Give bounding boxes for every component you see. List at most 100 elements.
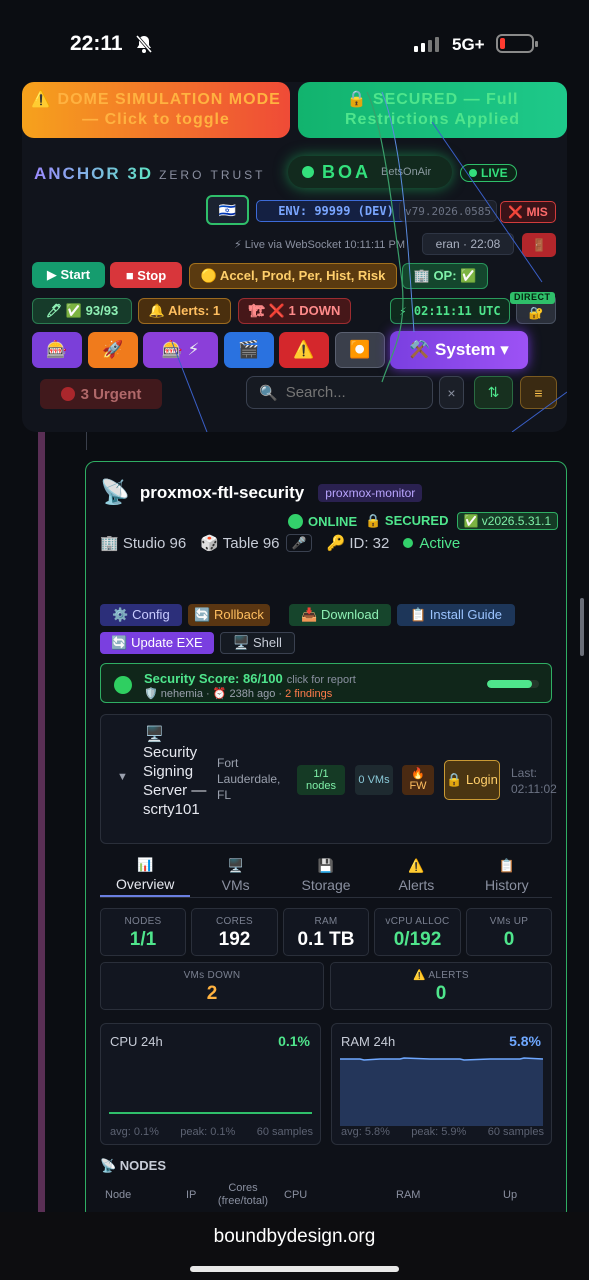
chart-icon: 📊 <box>137 857 154 872</box>
direct-tag: DIRECT <box>510 292 555 304</box>
browser-url-bar[interactable]: boundbydesign.org <box>0 1212 589 1280</box>
vms-badge: 0 VMs <box>355 765 393 795</box>
url-text[interactable]: boundbydesign.org <box>0 1226 589 1248</box>
stat-alerts: ⚠️ ALERTS 0 <box>330 962 552 1010</box>
version-badge: v79.2026.0585 <box>399 200 497 222</box>
id-label: 🔑 ID: 32 <box>326 535 390 552</box>
warning-button[interactable]: ⚠️ <box>279 332 329 368</box>
server-card: 📡 proxmox-ftl-security proxmox-monitor O… <box>85 461 567 1221</box>
scrollbar[interactable] <box>580 598 584 656</box>
server-title: Security Signing Server — scrty101 <box>143 744 207 818</box>
download-button[interactable]: 📥 Download <box>289 604 391 626</box>
warning-icon: ⚠️ <box>408 858 425 873</box>
op-button[interactable]: 🏢 OP: ✅ <box>402 263 488 289</box>
dome-simulation-toggle[interactable]: ⚠️ DOME SIMULATION MODE — Click to toggl… <box>22 82 290 138</box>
satellite-icon: 📡 <box>100 479 130 506</box>
tab-storage[interactable]: 💾 Storage <box>281 854 371 897</box>
tab-overview[interactable]: 📊 Overview <box>100 854 191 897</box>
cpu-chart-title: CPU 24h <box>110 1034 163 1049</box>
update-exe-button[interactable]: 🔄 Update EXE <box>100 632 214 654</box>
col-cores: Cores (free/total) <box>217 1182 269 1207</box>
count-badge[interactable]: 🖊 ✅ 93/93 <box>32 298 132 324</box>
signal-icon <box>414 36 439 52</box>
stat-vms-up: VMs UP 0 <box>466 908 552 956</box>
logout-icon[interactable]: 🚪 <box>522 233 556 257</box>
nodes-badge: 1/1 nodes <box>297 765 345 795</box>
monitor-icon: 🖥️ <box>145 726 164 743</box>
battery-icon <box>496 34 538 53</box>
server-name: proxmox-ftl-security <box>139 482 305 502</box>
red-dot-icon <box>60 387 75 401</box>
login-button[interactable]: 🔒 Login <box>444 760 500 800</box>
expand-caret-icon[interactable]: ▼ <box>117 771 128 783</box>
boa-badge: BOA BetsOnAir <box>288 156 452 188</box>
lock-key-icon: 🔐 <box>528 306 544 320</box>
secured-banner: 🔒 SECURED — Full Restrictions Applied <box>298 82 567 138</box>
tab-vms[interactable]: 🖥️ VMs <box>190 854 280 897</box>
table-label: 🎲 Table 96 <box>200 535 280 552</box>
rocket-button[interactable]: 🚀 <box>88 332 138 368</box>
card-meta: 🏢 Studio 96 🎲 Table 96 🎤 🔑 ID: 32 Active <box>100 534 460 552</box>
studio-label: 🏢 Studio 96 <box>100 535 187 552</box>
ram-chart-footer: avg: 5.8% peak: 5.9% 60 samples <box>341 1126 544 1138</box>
cpu-chart-footer: avg: 0.1% peak: 0.1% 60 samples <box>110 1126 313 1138</box>
col-cpu: CPU <box>284 1189 308 1201</box>
clear-search-button[interactable]: × <box>439 376 464 409</box>
tab-history[interactable]: 📋 History <box>462 854 552 897</box>
last-seen: Last: 02:11:02 <box>511 766 557 796</box>
clapper-button[interactable]: 🎬 <box>224 332 274 368</box>
clock: 22:11 <box>70 32 123 55</box>
config-button[interactable]: ⚙️ Config <box>100 604 182 626</box>
ram-chart-value: 5.8% <box>509 1033 541 1049</box>
ram-chart-title: RAM 24h <box>341 1034 396 1049</box>
start-button[interactable]: ▶ Start <box>32 262 105 288</box>
online-dot-icon <box>288 513 303 529</box>
search-input[interactable] <box>285 384 436 401</box>
sort-button[interactable]: ⇅ <box>474 376 513 409</box>
record-button[interactable]: ⏺️ <box>335 332 385 368</box>
utc-clock: ⚡ 02:11:11 UTC <box>390 298 510 324</box>
col-node: Node <box>105 1189 132 1201</box>
rollback-button[interactable]: 🔄 Rollback <box>188 604 270 626</box>
down-button[interactable]: 🏗 ❌ 1 DOWN <box>238 298 351 324</box>
cpu-chart-value: 0.1% <box>278 1033 310 1049</box>
cpu-sparkline <box>109 1112 312 1114</box>
card-status-line: ONLINE 🔒 SECURED ✅ v2026.5.31.1 <box>288 512 559 530</box>
search-icon: 🔍 <box>259 384 278 402</box>
system-menu-button[interactable]: ⚒️ System ▾ <box>390 331 528 369</box>
network-type: 5G+ <box>452 35 485 54</box>
stop-button[interactable]: ■ Stop <box>110 262 182 288</box>
version-tag: ✅ v2026.5.31.1 <box>456 512 559 530</box>
stat-vcpu-alloc: vCPU ALLOC 0/192 <box>374 908 461 956</box>
online-status: ONLINE <box>288 513 357 529</box>
server-location: Fort Lauderdale, FL <box>217 756 281 802</box>
shell-button[interactable]: 🖥️ Shell <box>220 632 295 654</box>
install-guide-button[interactable]: 📋 Install Guide <box>397 604 515 626</box>
score-bar <box>487 680 539 688</box>
alerts-button[interactable]: 🔔 Alerts: 1 <box>138 298 231 324</box>
active-status: Active <box>403 535 460 552</box>
mic-icon[interactable]: 🎤 <box>285 534 313 552</box>
urgent-button[interactable]: 3 Urgent <box>40 379 162 409</box>
brand: ANCHOR 3D ZERO TRUST <box>34 164 266 183</box>
server-row[interactable]: ▼ 🖥️ Security Signing Server — scrty101 … <box>100 714 557 844</box>
home-indicator[interactable] <box>190 1266 399 1272</box>
stat-ram: RAM 0.1 TB <box>283 908 369 956</box>
col-ip: IP <box>186 1189 197 1201</box>
menu-button[interactable]: ≡ <box>520 376 557 409</box>
search-box[interactable]: 🔍 <box>246 376 436 409</box>
monitor-icon: 🖥️ <box>227 858 244 873</box>
slot-machine-button[interactable]: 🎰 <box>32 332 82 368</box>
accel-filter-button[interactable]: 🟡 Accel, Prod, Per, Hist, Risk <box>189 263 397 289</box>
security-score-panel[interactable]: Security Score: 86/100 click for report 🛡… <box>100 663 552 703</box>
left-rail <box>38 430 45 1220</box>
score-status-icon <box>114 676 132 694</box>
col-up: Up <box>503 1189 518 1201</box>
tab-alerts[interactable]: ⚠️ Alerts <box>371 854 461 897</box>
user-badge: eran · 22:08 <box>422 233 514 255</box>
nodes-section-title: 📡 NODES <box>100 1158 167 1173</box>
israel-flag-icon[interactable]: 🇮🇱 <box>206 195 249 225</box>
mis-badge: ❌ MIS <box>500 201 556 223</box>
security-score-meta: 🛡️ nehemia · ⏰ 238h ago · 2 findings <box>144 688 333 700</box>
slot-lightning-button[interactable]: 🎰 ⚡ <box>143 332 218 368</box>
